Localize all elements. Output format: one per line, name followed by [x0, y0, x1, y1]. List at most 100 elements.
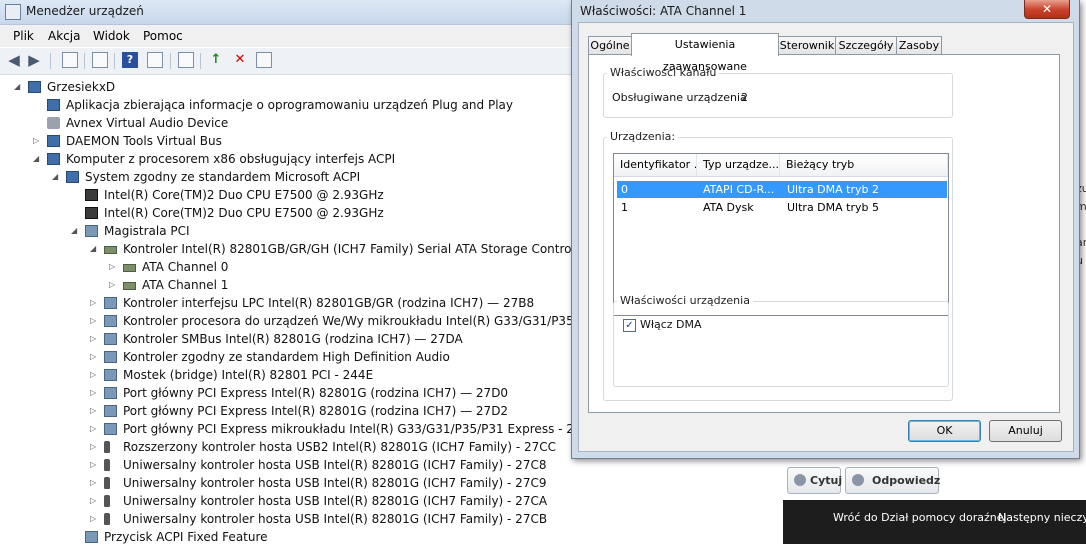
toolbar-separator [84, 53, 85, 69]
expand-arrow-icon[interactable]: ▷ [90, 510, 96, 528]
tree-item[interactable]: ▷ ATA Channel 0 [0, 258, 578, 276]
tree-item-label: Uniwersalny kontroler hosta USB Intel(R)… [123, 458, 547, 472]
back-to-forum-link[interactable]: Wróć do Dział pomocy doraźnej [833, 511, 1007, 524]
reply-button[interactable]: Odpowiedz [845, 467, 941, 494]
collapse-arrow-icon[interactable]: ◢ [33, 150, 39, 168]
expand-arrow-icon[interactable]: ▷ [33, 132, 39, 150]
disable-device-icon[interactable] [256, 52, 272, 68]
uninstall-device-icon[interactable]: ✕ [232, 52, 248, 68]
device-cell-id: 0 [621, 183, 628, 196]
forward-arrow-icon[interactable]: ▶ [26, 52, 42, 68]
tree-item[interactable]: ▷ Kontroler procesora do urządzeń We/Wy m… [0, 312, 651, 330]
tree-item[interactable]: ◢ GrzesiekxD [0, 78, 578, 96]
device-icon [104, 423, 117, 435]
expand-arrow-icon[interactable]: ▷ [90, 366, 96, 384]
expand-arrow-icon[interactable]: ▷ [90, 438, 96, 456]
collapse-arrow-icon[interactable]: ◢ [14, 78, 20, 96]
menu-akcja[interactable]: Akcja [48, 29, 80, 43]
expand-arrow-icon[interactable]: ▷ [90, 294, 96, 312]
tree-item[interactable]: ◢ System zgodny ze standardem Microsoft A… [0, 168, 578, 186]
tree-item[interactable]: ▷ Kontroler zgodny ze standardem High Def… [0, 348, 578, 366]
tree-item[interactable]: ▷ Port główny PCI Express Intel(R) 82801G… [0, 402, 578, 420]
tree-item-label: Intel(R) Core(TM)2 Duo CPU E7500 @ 2.93G… [104, 206, 384, 220]
tree-item[interactable]: Aplikacja zbierająca informacje o oprogr… [0, 96, 578, 114]
details-view-icon[interactable] [147, 52, 163, 68]
enable-dma-checkbox[interactable]: ✓ [623, 319, 636, 332]
toolbar-separator [114, 53, 115, 69]
tab-resources[interactable]: Zasoby [896, 36, 942, 55]
advanced-settings-page: Właściwości kanału Obsługiwane urządzeni… [588, 54, 1060, 413]
tree-item[interactable]: ◢ Komputer z procesorem x86 obsługujący i… [0, 150, 578, 168]
tree-item[interactable]: Przycisk ACPI Fixed Feature [0, 528, 578, 546]
tab-general[interactable]: Ogólne [588, 36, 632, 55]
tree-item-label: ATA Channel 1 [142, 278, 229, 292]
tree-item[interactable]: ▷ Port główny PCI Express mikroukładu Int… [0, 420, 598, 438]
tree-item[interactable]: ▷ Uniwersalny kontroler hosta USB Intel(R… [0, 510, 578, 528]
tree-item[interactable]: ◢ Kontroler Intel(R) 82801GB/GR/GH (ICH7 … [0, 240, 641, 258]
device-icon [104, 297, 117, 309]
back-arrow-icon[interactable]: ◀ [6, 52, 22, 68]
tab-advanced-settings[interactable]: Ustawienia zaawansowane [631, 33, 779, 73]
expand-arrow-icon[interactable]: ▷ [90, 456, 96, 474]
tree-item-label: Rozszerzony kontroler hosta USB2 Intel(R… [123, 440, 556, 454]
device-cell-id: 1 [621, 201, 628, 214]
tree-item[interactable]: ▷ Port główny PCI Express Intel(R) 82801G… [0, 384, 578, 402]
tree-item[interactable]: Intel(R) Core(TM)2 Duo CPU E7500 @ 2.93G… [0, 186, 578, 204]
menu-plik[interactable]: Plik [13, 29, 34, 43]
tree-item[interactable]: ▷ Kontroler interfejsu LPC Intel(R) 82801… [0, 294, 578, 312]
collapse-arrow-icon[interactable]: ◢ [90, 240, 96, 258]
expand-arrow-icon[interactable]: ▷ [90, 312, 96, 330]
tree-item[interactable]: ▷ Rozszerzony kontroler hosta USB2 Intel(… [0, 438, 578, 456]
tree-item[interactable]: ▷ Uniwersalny kontroler hosta USB Intel(R… [0, 474, 578, 492]
device-list-row[interactable]: 0 ATAPI CD-R... Ultra DMA tryb 2 [617, 181, 947, 198]
ok-button[interactable]: OK [908, 420, 981, 442]
expand-arrow-icon[interactable]: ▷ [90, 384, 96, 402]
properties-icon[interactable] [92, 52, 108, 68]
tree-item[interactable]: ◢ Magistrala PCI [0, 222, 578, 240]
dialog-title: Właściwości: ATA Channel 1 [580, 4, 747, 18]
tree-item[interactable]: ▷ Uniwersalny kontroler hosta USB Intel(R… [0, 456, 578, 474]
tab-details[interactable]: Szczegóły [835, 36, 897, 55]
collapse-arrow-icon[interactable]: ◢ [71, 222, 77, 240]
reply-button-label: Odpowiedz [872, 474, 941, 487]
expand-arrow-icon[interactable]: ▷ [90, 492, 96, 510]
device-list-row[interactable]: 1 ATA Dysk Ultra DMA tryb 5 [617, 199, 947, 216]
tree-item-label: DAEMON Tools Virtual Bus [66, 134, 222, 148]
tree-item[interactable]: Avnex Virtual Audio Device [0, 114, 578, 132]
tab-driver[interactable]: Sterownik [778, 36, 836, 55]
column-header-mode[interactable]: Bieżący tryb [780, 154, 948, 177]
expand-arrow-icon[interactable]: ▷ [90, 402, 96, 420]
enable-dma-label[interactable]: Włącz DMA [640, 318, 702, 331]
close-button[interactable]: ✕ [1024, 0, 1070, 19]
collapse-arrow-icon[interactable]: ◢ [52, 168, 58, 186]
column-header-id-label: Identyfikator ... [620, 158, 697, 171]
expand-arrow-icon[interactable]: ▷ [90, 330, 96, 348]
expand-arrow-icon[interactable]: ▷ [90, 474, 96, 492]
tree-item[interactable]: ▷ DAEMON Tools Virtual Bus [0, 132, 578, 150]
cancel-button[interactable]: Anuluj [989, 420, 1062, 442]
next-unread-link[interactable]: Następny nieczyta [998, 511, 1086, 524]
tree-item[interactable]: ▷ Kontroler SMBus Intel(R) 82801G (rodzin… [0, 330, 578, 348]
menu-pomoc[interactable]: Pomoc [143, 29, 183, 43]
expand-arrow-icon[interactable]: ▷ [109, 276, 115, 294]
help-icon[interactable]: ? [122, 52, 138, 68]
scan-hardware-icon[interactable] [178, 52, 194, 68]
column-header-type[interactable]: Typ urządze... [697, 154, 780, 177]
update-driver-icon[interactable]: ↑ [208, 52, 224, 68]
tree-item[interactable]: ▷ Uniwersalny kontroler hosta USB Intel(R… [0, 492, 578, 510]
quote-button[interactable]: Cytuj [787, 467, 842, 494]
tree-item[interactable]: Intel(R) Core(TM)2 Duo CPU E7500 @ 2.93G… [0, 204, 578, 222]
expand-arrow-icon[interactable]: ▷ [90, 420, 96, 438]
tree-item[interactable]: ▷ ATA Channel 1 [0, 276, 578, 294]
device-manager-icon [5, 4, 21, 20]
drive-icon [123, 282, 136, 290]
forum-nav-bar: Wróć do Dział pomocy doraźnej Następny n… [783, 500, 1086, 544]
monitor-icon [66, 171, 79, 183]
tree-item-label: ATA Channel 0 [142, 260, 229, 274]
expand-arrow-icon[interactable]: ▷ [90, 348, 96, 366]
tree-item[interactable]: ▷ Mostek (bridge) Intel(R) 82801 PCI - 24… [0, 366, 578, 384]
column-header-id[interactable]: Identyfikator ... [614, 154, 697, 177]
expand-arrow-icon[interactable]: ▷ [109, 258, 115, 276]
show-hide-console-tree-icon[interactable] [62, 52, 78, 68]
menu-widok[interactable]: Widok [93, 29, 130, 43]
